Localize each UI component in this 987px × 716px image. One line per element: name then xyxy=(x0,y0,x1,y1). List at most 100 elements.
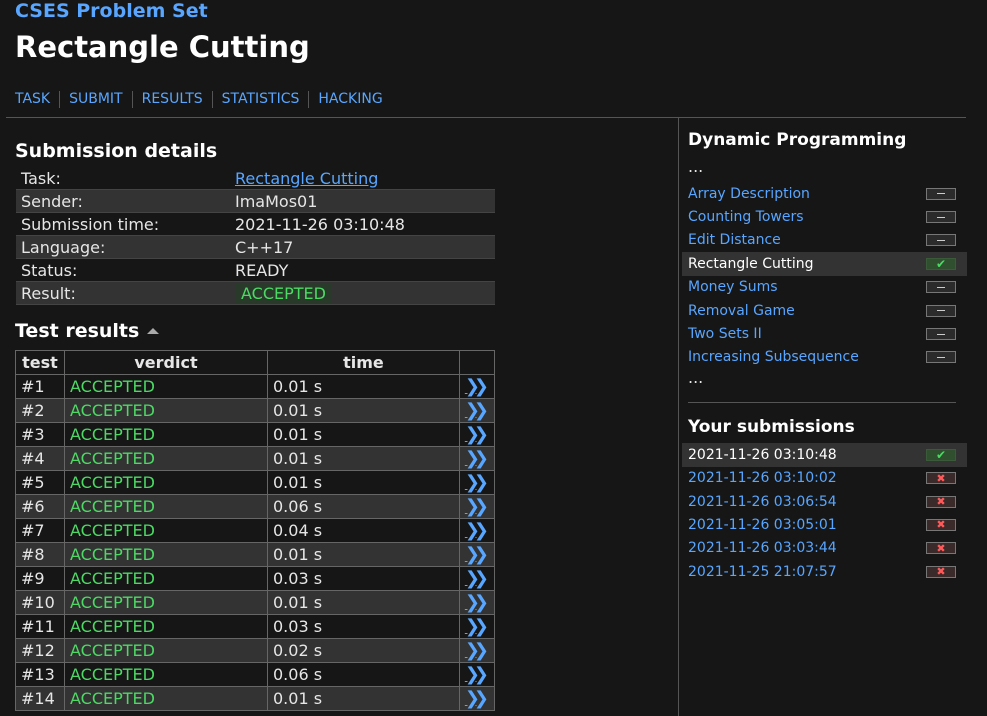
sidebar-task-item[interactable]: Increasing Subsequence xyxy=(688,346,956,369)
test-verdict: ACCEPTED xyxy=(64,422,268,447)
sidebar-task-item[interactable]: Removal Game xyxy=(688,299,956,322)
ellipsis-bottom: ... xyxy=(688,368,704,388)
test-number: #10 xyxy=(15,590,65,615)
sidebar-task-item[interactable]: Counting Towers xyxy=(688,205,956,228)
sidebar-task-item[interactable]: Money Sums xyxy=(688,276,956,299)
task-list: Array Description Counting Towers Edit Dis… xyxy=(682,182,967,369)
detail-row-sender: Sender: ImaMos01 xyxy=(16,189,495,213)
test-verdict: ACCEPTED xyxy=(64,494,268,519)
test-number: #14 xyxy=(15,686,65,711)
test-verdict: ACCEPTED xyxy=(64,542,268,567)
double-chevron-right-icon[interactable]: ❯❯ xyxy=(465,424,489,446)
double-chevron-right-icon[interactable]: ❯❯ xyxy=(465,472,489,494)
test-time: 0.01 s xyxy=(267,542,460,567)
test-verdict: ACCEPTED xyxy=(64,590,268,615)
detail-value: C++17 xyxy=(230,235,495,259)
sidebar-task-link[interactable]: Counting Towers xyxy=(688,209,804,225)
test-time: 0.04 s xyxy=(267,518,460,543)
submission-item[interactable]: 2021-11-26 03:10:48 ✔ xyxy=(682,443,967,467)
test-time: 0.02 s xyxy=(267,638,460,663)
sidebar-task-item[interactable]: Array Description xyxy=(688,182,956,205)
submission-link[interactable]: 2021-11-26 03:10:02 xyxy=(688,470,837,486)
dash-icon xyxy=(926,234,956,247)
test-time: 0.01 s xyxy=(267,374,460,399)
details-cell: ❯❯ xyxy=(458,494,496,519)
table-row: #5 ACCEPTED 0.01 s ❯❯ xyxy=(15,470,496,495)
double-chevron-right-icon[interactable]: ❯❯ xyxy=(465,616,489,638)
test-results-header[interactable]: Test results xyxy=(15,320,665,342)
test-number: #4 xyxy=(15,446,65,471)
sidebar-divider xyxy=(678,118,679,716)
nav-submit[interactable]: SUBMIT xyxy=(59,91,132,108)
submission-item[interactable]: 2021-11-26 03:06:54 ✖ xyxy=(688,490,956,513)
double-chevron-right-icon[interactable]: ❯❯ xyxy=(465,376,489,398)
sidebar-task-link[interactable]: Array Description xyxy=(688,186,810,202)
test-number: #1 xyxy=(15,374,65,399)
test-number: #6 xyxy=(15,494,65,519)
submission-details-table: Task: Rectangle Cutting Sender: ImaMos01… xyxy=(16,167,495,305)
detail-value: Rectangle Cutting xyxy=(230,167,495,190)
submission-link[interactable]: 2021-11-26 03:03:44 xyxy=(688,540,837,556)
nav-results[interactable]: RESULTS xyxy=(131,91,212,108)
sidebar-task-item[interactable]: Two Sets II xyxy=(688,322,956,345)
header-divider xyxy=(6,117,966,118)
submission-link[interactable]: 2021-11-25 21:07:57 xyxy=(688,564,837,580)
submission-link[interactable]: 2021-11-26 03:06:54 xyxy=(688,494,837,510)
detail-key: Task: xyxy=(21,168,61,188)
nav-task[interactable]: TASK xyxy=(15,91,59,108)
table-row: #7 ACCEPTED 0.04 s ❯❯ xyxy=(15,518,496,543)
site-title[interactable]: CSES Problem Set xyxy=(15,0,208,22)
submission-details-heading: Submission details xyxy=(15,140,218,162)
double-chevron-right-icon[interactable]: ❯❯ xyxy=(465,544,489,566)
sidebar-task-item[interactable]: Rectangle Cutting ✔ xyxy=(682,252,967,276)
double-chevron-right-icon[interactable]: ❯❯ xyxy=(465,688,489,710)
detail-row-task: Task: Rectangle Cutting xyxy=(16,167,495,190)
submission-item[interactable]: 2021-11-25 21:07:57 ✖ xyxy=(688,560,956,583)
test-verdict: ACCEPTED xyxy=(64,662,268,687)
test-number: #8 xyxy=(15,542,65,567)
double-chevron-right-icon[interactable]: ❯❯ xyxy=(465,400,489,422)
table-row: #10 ACCEPTED 0.01 s ❯❯ xyxy=(15,590,496,615)
dash-icon xyxy=(926,281,956,294)
detail-row-language: Language: C++17 xyxy=(16,235,495,259)
test-number: #11 xyxy=(15,614,65,639)
detail-key: Status: xyxy=(21,260,78,280)
task-link[interactable]: Rectangle Cutting xyxy=(235,169,378,188)
double-chevron-right-icon[interactable]: ❯❯ xyxy=(465,520,489,542)
table-row: #11 ACCEPTED 0.03 s ❯❯ xyxy=(15,614,496,639)
submission-link[interactable]: 2021-11-26 03:05:01 xyxy=(688,517,837,533)
nav-statistics[interactable]: STATISTICS xyxy=(211,91,309,108)
sidebar-task-link[interactable]: Two Sets II xyxy=(688,326,762,342)
dash-icon xyxy=(926,187,956,200)
test-verdict: ACCEPTED xyxy=(64,686,268,711)
double-chevron-right-icon[interactable]: ❯❯ xyxy=(465,592,489,614)
submission-item[interactable]: 2021-11-26 03:03:44 ✖ xyxy=(688,537,956,560)
test-number: #5 xyxy=(15,470,65,495)
submission-item[interactable]: 2021-11-26 03:10:02 ✖ xyxy=(688,467,956,490)
double-chevron-right-icon[interactable]: ❯❯ xyxy=(465,664,489,686)
sidebar-task-link[interactable]: Money Sums xyxy=(688,279,778,295)
your-submissions-title: Your submissions xyxy=(688,417,855,438)
sidebar-task-item[interactable]: Edit Distance xyxy=(688,229,956,252)
detail-row-result: Result: ACCEPTED xyxy=(16,281,495,305)
double-chevron-right-icon[interactable]: ❯❯ xyxy=(465,496,489,518)
caret-up-icon[interactable] xyxy=(147,328,160,334)
double-chevron-right-icon[interactable]: ❯❯ xyxy=(465,568,489,590)
test-time: 0.01 s xyxy=(267,446,460,471)
details-cell: ❯❯ xyxy=(458,590,496,615)
section-title: Dynamic Programming xyxy=(688,130,907,150)
test-time: 0.03 s xyxy=(267,566,460,591)
double-chevron-right-icon[interactable]: ❯❯ xyxy=(465,448,489,470)
details-cell: ❯❯ xyxy=(458,662,496,687)
test-number: #12 xyxy=(15,638,65,663)
nav-hacking[interactable]: HACKING xyxy=(308,91,391,108)
detail-key: Language: xyxy=(16,235,230,259)
test-time: 0.01 s xyxy=(267,686,460,711)
cross-icon: ✖ xyxy=(926,542,956,555)
double-chevron-right-icon[interactable]: ❯❯ xyxy=(465,640,489,662)
sidebar-task-link[interactable]: Increasing Subsequence xyxy=(688,349,859,365)
sidebar-task-link[interactable]: Removal Game xyxy=(688,303,795,319)
sidebar-task-link[interactable]: Edit Distance xyxy=(688,232,781,248)
test-verdict: ACCEPTED xyxy=(64,614,268,639)
submission-item[interactable]: 2021-11-26 03:05:01 ✖ xyxy=(688,513,956,536)
